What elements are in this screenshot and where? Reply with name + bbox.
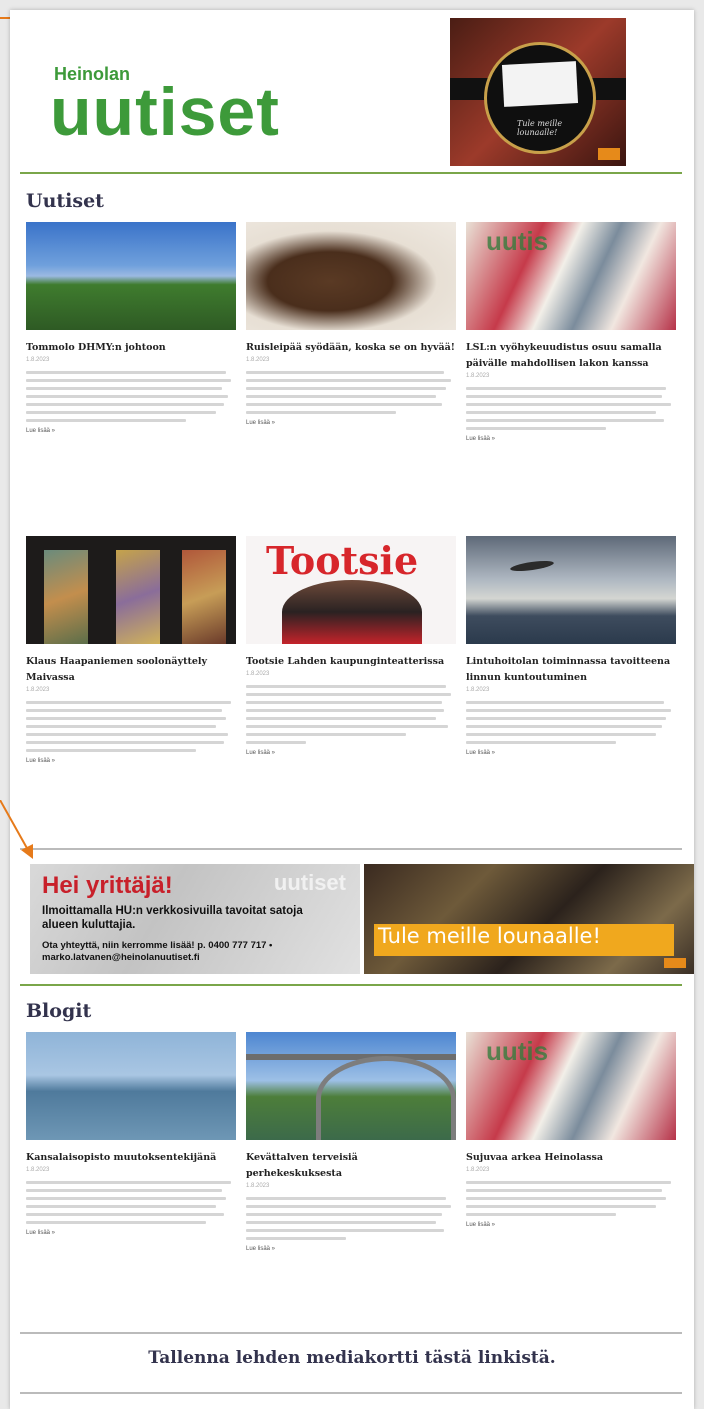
news-title[interactable]: Ruisleipää syödään, koska se on hyvää! [246,340,456,356]
news-title[interactable]: Klaus Haapaniemen soolonäyttely Maivassa [26,654,236,686]
ad-banner-advertise[interactable]: uutiset Hei yrittäjä! Ilmoittamalla HU:n… [30,864,360,974]
news-date: 1.8.2023 [246,357,270,363]
blog-card[interactable]: Kansalaisopisto muutoksentekijänä 1.8.20… [26,1032,236,1236]
read-more-link[interactable]: Lue lisää » [466,436,676,442]
news-excerpt [26,701,236,752]
news-image-gallery[interactable] [26,536,236,644]
news-date: 1.8.2023 [466,373,490,379]
read-more-link[interactable]: Lue lisää » [466,750,676,756]
blog-card[interactable]: uutis Sujuvaa arkea Heinolassa 1.8.2023 … [466,1032,676,1228]
news-date: 1.8.2023 [466,687,490,693]
read-more-link[interactable]: Lue lisää » [246,1246,456,1252]
ad-line-1: Ilmoittamalla HU:n verkkosivuilla tavoit… [42,905,303,931]
read-more-link[interactable]: Lue lisää » [246,750,456,756]
read-more-link[interactable]: Lue lisää » [246,420,456,426]
ad-watermark: uutiset [273,870,346,895]
news-card[interactable]: Ruisleipää syödään, koska se on hyvää! 1… [246,222,456,426]
section-title-blogs: Blogit [26,1000,92,1022]
news-date: 1.8.2023 [26,357,50,363]
divider [20,848,682,850]
read-more-link[interactable]: Lue lisää » [466,1222,676,1228]
blog-excerpt [466,1181,676,1216]
news-title[interactable]: LSL:n vyöhykeuudistus osuu samalla päivä… [466,340,676,372]
blog-title[interactable]: Kevättalven terveisiä perhekeskuksesta [246,1150,456,1182]
news-title[interactable]: Tootsie Lahden kaupunginteatterissa [246,654,456,670]
news-card[interactable]: uutis LSL:n vyöhykeuudistus osuu samalla… [466,222,676,442]
ad-badge-icon [664,958,686,968]
blog-date: 1.8.2023 [466,1167,490,1173]
news-excerpt [246,371,456,414]
ad-line-2: Ota yhteyttä, niin kerromme lisää! p. 04… [42,940,273,963]
mediakortti-link[interactable]: Tallenna lehden mediakortti tästä linkis… [10,1348,694,1368]
news-excerpt [246,685,456,744]
page: Heinolan uutiset Tule meille lounaalle! … [10,10,694,1409]
news-title[interactable]: Lintuhoitolan toiminnassa tavoitteena li… [466,654,676,686]
read-more-link[interactable]: Lue lisää » [26,428,236,434]
news-date: 1.8.2023 [26,687,50,693]
section-title-news: Uutiset [26,190,104,212]
news-card[interactable]: Tommolo DHMY:n johtoon 1.8.2023 Lue lisä… [26,222,236,434]
news-excerpt [466,701,676,744]
divider [20,172,682,174]
blog-title[interactable]: Sujuvaa arkea Heinolassa [466,1150,676,1166]
blog-excerpt [26,1181,236,1224]
divider [20,984,682,986]
logo-big-text: uutiset [50,74,280,150]
ad-banner-lunch[interactable]: Tule meille lounaalle! [364,864,694,974]
read-more-link[interactable]: Lue lisää » [26,1230,236,1236]
news-date: 1.8.2023 [246,671,270,677]
ad-lunch-text: Tule meille lounaalle! [378,924,601,948]
blog-date: 1.8.2023 [26,1167,50,1173]
blog-excerpt [246,1197,456,1240]
ad-badge-icon [598,148,620,160]
news-card[interactable]: Tootsie Tootsie Lahden kaupunginteatteri… [246,536,456,756]
restaurant-logo-icon: Tule meille lounaalle! [484,42,596,154]
blog-card[interactable]: Kevättalven terveisiä perhekeskuksesta 1… [246,1032,456,1252]
news-image-newspapers[interactable]: uutis [466,222,676,330]
news-image-bread[interactable] [246,222,456,330]
news-card[interactable]: Klaus Haapaniemen soolonäyttely Maivassa… [26,536,236,764]
read-more-link[interactable]: Lue lisää » [26,758,236,764]
news-image-town[interactable] [26,222,236,330]
blog-image-bridge[interactable] [246,1032,456,1140]
ad-banner-restaurant[interactable]: Tule meille lounaalle! [450,18,626,166]
news-excerpt [466,387,676,430]
blog-title[interactable]: Kansalaisopisto muutoksentekijänä [26,1150,236,1166]
blog-image-newspapers[interactable]: uutis [466,1032,676,1140]
divider [20,1332,682,1334]
blog-date: 1.8.2023 [246,1183,270,1189]
news-image-tootsie[interactable]: Tootsie [246,536,456,644]
news-title[interactable]: Tommolo DHMY:n johtoon [26,340,236,356]
news-excerpt [26,371,236,422]
news-image-bird[interactable] [466,536,676,644]
news-card[interactable]: Lintuhoitolan toiminnassa tavoitteena li… [466,536,676,756]
divider [20,1392,682,1394]
ad-top-text: Tule meille lounaalle! [517,119,563,137]
ad-headline: Hei yrittäjä! [42,872,173,899]
blog-image-lake[interactable] [26,1032,236,1140]
